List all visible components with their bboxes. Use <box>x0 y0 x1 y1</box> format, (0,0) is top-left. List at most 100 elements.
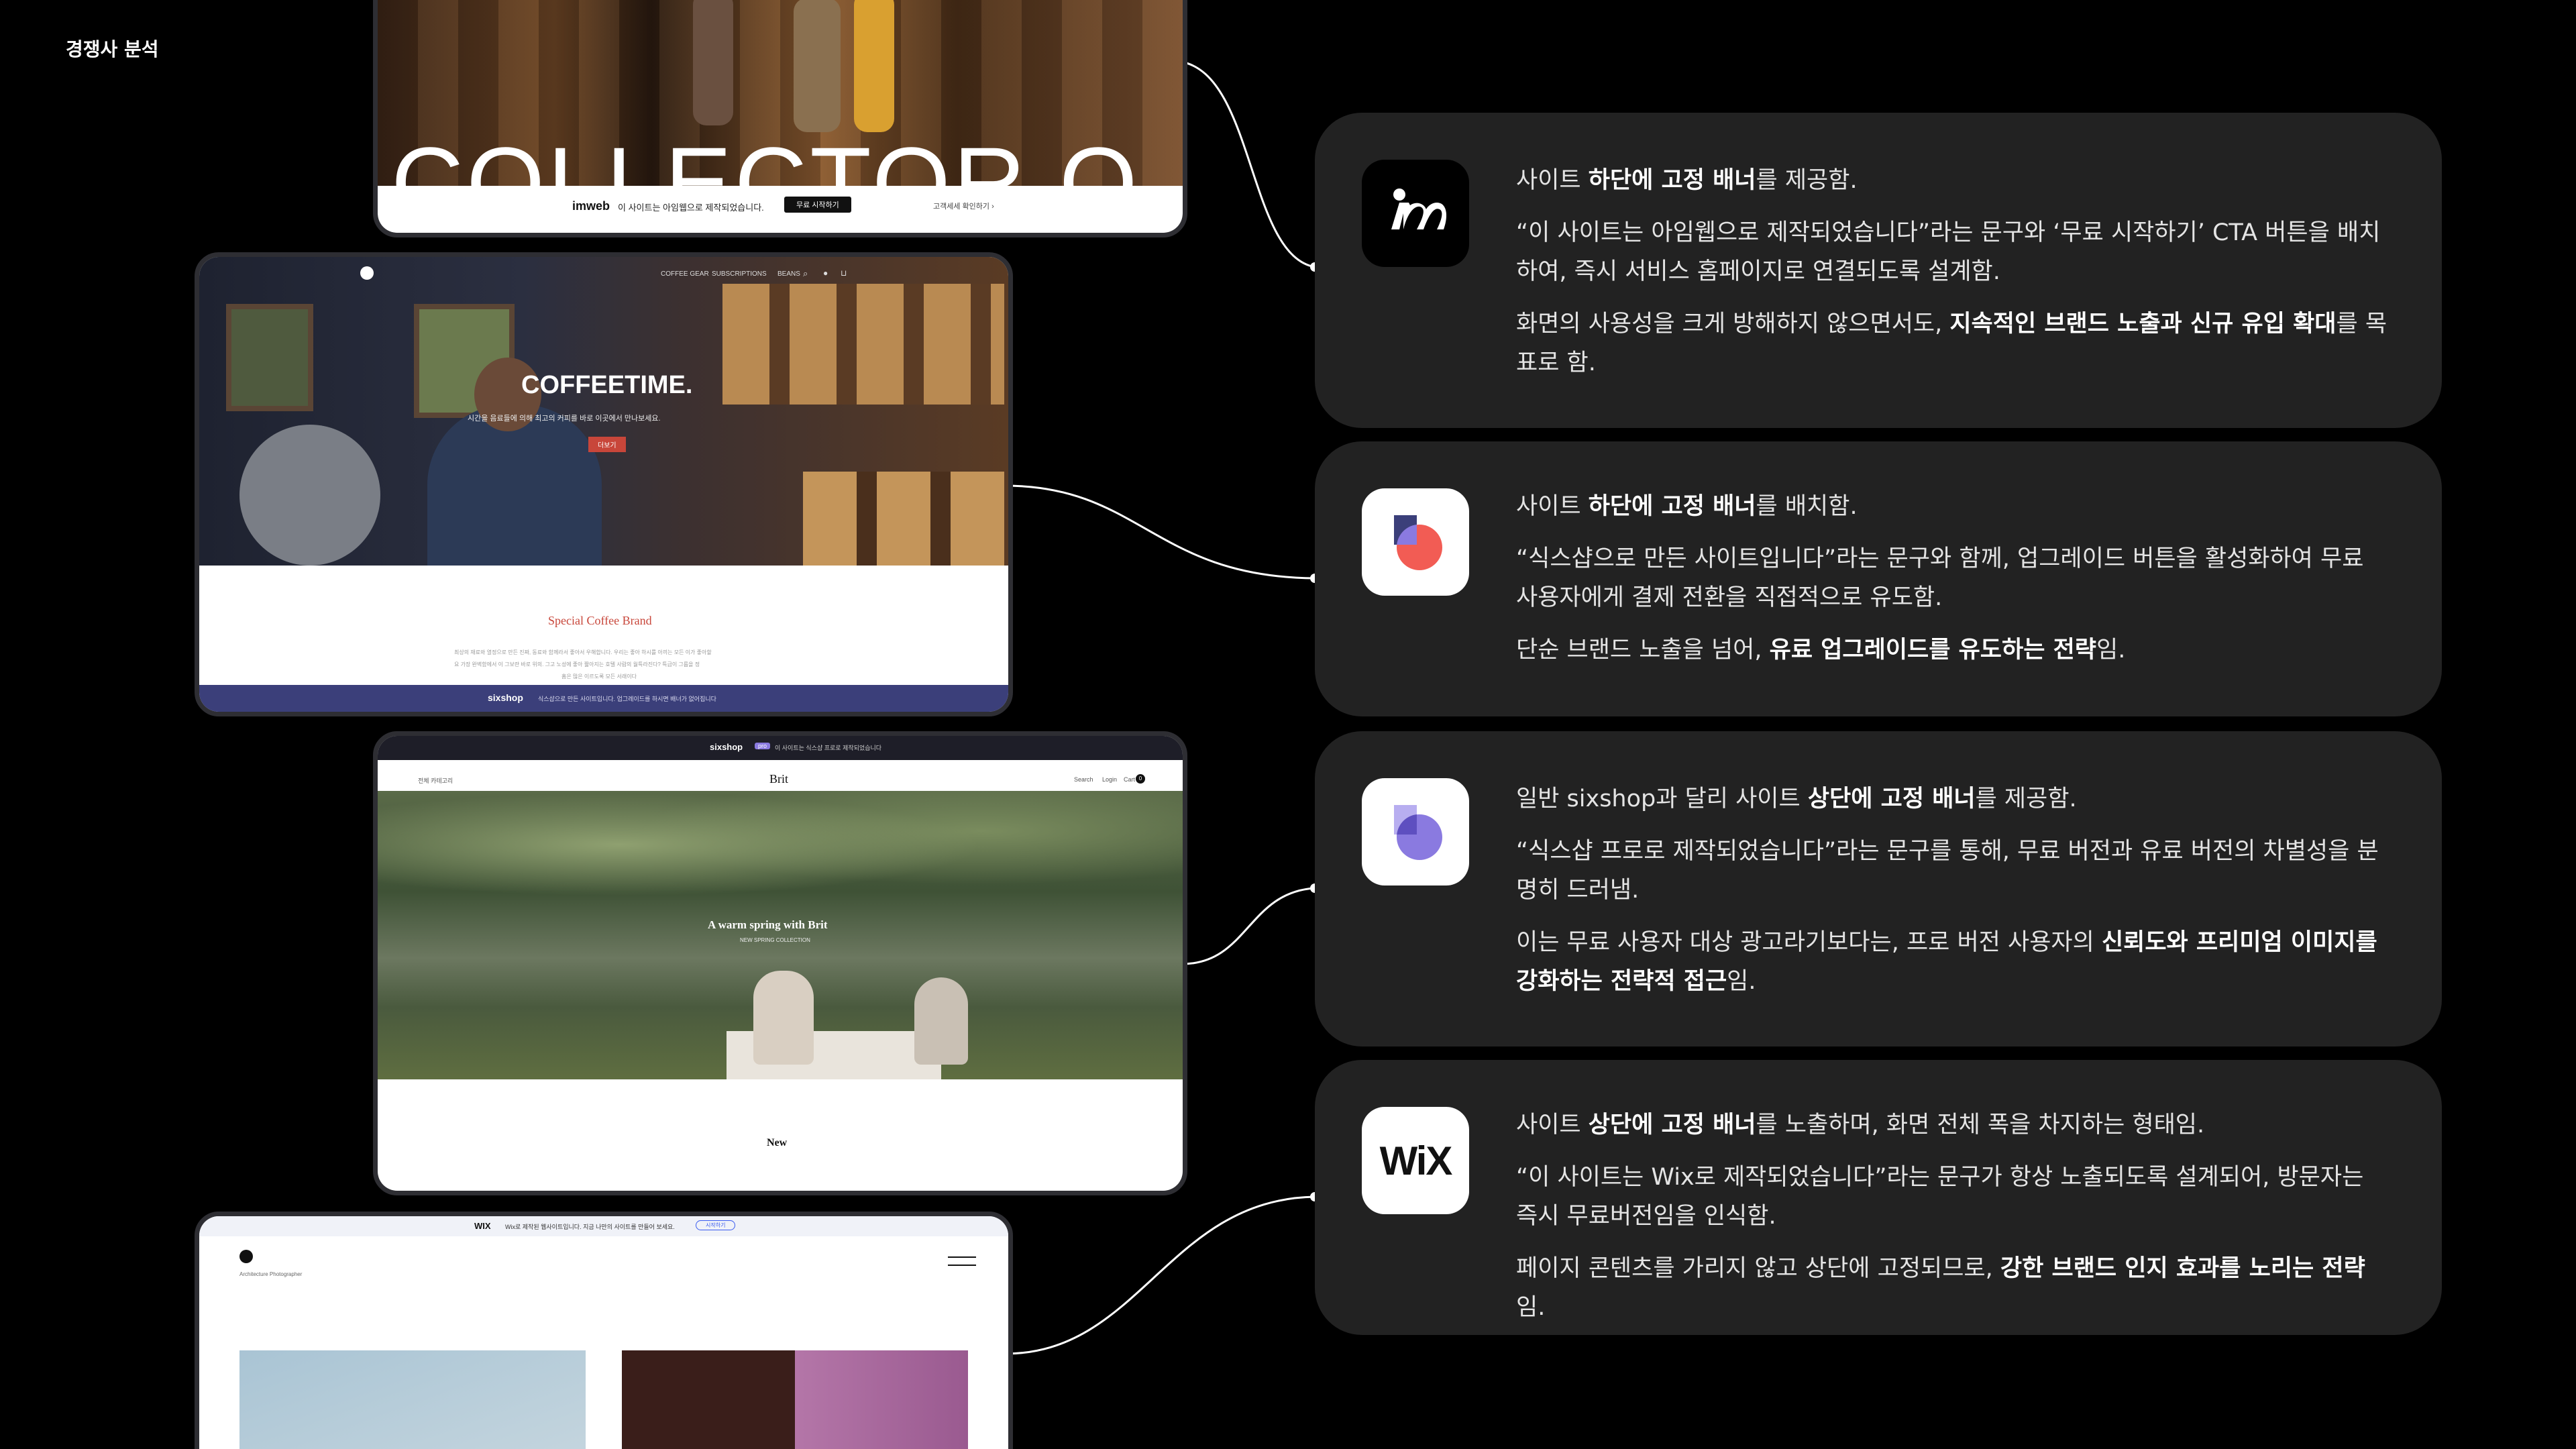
imweb-screenshot: COLLECTOR O imweb 이 사이트는 아임웹으로 제작되었습니다. … <box>373 0 1187 237</box>
brit-hero-title: A warm spring with Brit <box>708 918 828 931</box>
emphasis-text: 상단에 고정 배너 <box>1807 786 1976 812</box>
emphasis-text: 하단에 고정 배너 <box>1588 493 1756 520</box>
emphasis-text: 유료 업그레이드를 유도하는 전략 <box>1769 637 2096 663</box>
body-text: 이는 무료 사용자 대상 광고라기보다는, 프로 버전 사용자의 <box>1516 929 2102 956</box>
connector-wix <box>1004 1195 1316 1355</box>
person-figure <box>914 977 968 1065</box>
nav-login[interactable]: Login <box>1102 776 1117 783</box>
body-text: 일반 sixshop과 달리 사이트 <box>1516 786 1808 812</box>
imweb-logo-icon <box>1362 160 1469 267</box>
sixshop-pro-badge: pro <box>755 743 771 749</box>
wix-site-logo[interactable] <box>239 1250 253 1263</box>
card-paragraph: 페이지 콘텐츠를 가리지 않고 상단에 고정되므로, 강한 브랜드 인지 효과를… <box>1516 1249 2388 1327</box>
sixshop-logo-icon <box>1362 488 1469 596</box>
card-paragraph: 사이트 하단에 고정 배너를 배치함. <box>1516 487 2388 526</box>
card-paragraph: 일반 sixshop과 달리 사이트 상단에 고정 배너를 제공함. <box>1516 780 2388 818</box>
imweb-banner-text: 이 사이트는 아임웹으로 제작되었습니다. <box>618 203 764 213</box>
nav-subscriptions[interactable]: SUBSCRIPTIONS <box>712 270 767 278</box>
card-paragraph: 사이트 상단에 고정 배너를 노출하며, 화면 전체 폭을 차지하는 형태임. <box>1516 1106 2388 1144</box>
person-figure <box>753 971 814 1065</box>
card-text: 일반 sixshop과 달리 사이트 상단에 고정 배너를 제공함. “식스샵 프… <box>1516 780 2388 1014</box>
wix-screenshot: WIX Wix로 제작된 웹사이트입니다. 지금 나만의 사이트를 만들어 보세… <box>195 1212 1013 1449</box>
card-paragraph: 이는 무료 사용자 대상 광고라기보다는, 프로 버전 사용자의 신뢰도와 프리… <box>1516 923 2388 1001</box>
nav-cart[interactable]: Cart <box>1124 776 1135 783</box>
imweb-bottom-banner: imweb 이 사이트는 아임웹으로 제작되었습니다. 무료 시작하기 고객세세… <box>378 186 1183 233</box>
sixshop-screenshot: COFFEE GEAR SUBSCRIPTIONS BEANS ⌕ ● ⊔ CO… <box>195 252 1013 716</box>
card-text: 사이트 하단에 고정 배너를 배치함. “식스샵으로 만든 사이트입니다”라는 문… <box>1516 487 2388 683</box>
body-text: 단순 브랜드 노출을 넘어, <box>1516 637 1770 663</box>
section-body-line-3: 홈은 많은 이르도록 모든 서래이다 <box>561 674 637 680</box>
body-text: 사이트 <box>1516 167 1589 194</box>
nav-coffee-gear[interactable]: COFFEE GEAR <box>661 270 709 278</box>
nav-beans[interactable]: BEANS <box>777 270 800 278</box>
body-text: 를 배치함. <box>1756 493 1858 520</box>
coffee-hero-subtitle: 시간을 음료들에 의해 최고의 커피를 바로 이곳에서 만나보세요. <box>468 415 661 423</box>
emphasis-text: 하단에 고정 배너 <box>1588 167 1756 194</box>
sixshop-pro-banner-logo: sixshop <box>710 742 743 752</box>
analysis-card-sixshop-pro: 일반 sixshop과 달리 사이트 상단에 고정 배너를 제공함. “식스샵 프… <box>1315 731 2442 1046</box>
body-text: 사이트 <box>1516 493 1589 520</box>
body-text: “식스샵 프로로 제작되었습니다”라는 문구를 통해, 무료 버전과 유료 버전… <box>1516 838 2379 904</box>
cart-icon[interactable]: ⊔ <box>841 268 847 278</box>
user-icon[interactable]: ● <box>823 268 828 278</box>
coffee-roaster <box>239 425 380 566</box>
sixshop-pro-banner-text: 이 사이트는 식스샵 프로로 제작되었습니다 <box>775 745 882 751</box>
analysis-card-wix: WiX 사이트 상단에 고정 배너를 노출하며, 화면 전체 폭을 차지하는 형… <box>1315 1060 2442 1335</box>
body-text: 임. <box>1727 968 1756 995</box>
body-text: 페이지 콘텐츠를 가리지 않고 상단에 고정되므로, <box>1516 1255 2000 1282</box>
gallery-image[interactable] <box>622 1350 968 1449</box>
emphasis-text: 상단에 고정 배너 <box>1588 1112 1756 1138</box>
analysis-card-sixshop: 사이트 하단에 고정 배너를 배치함. “식스샵으로 만든 사이트입니다”라는 문… <box>1315 441 2442 716</box>
body-text: “이 사이트는 아임웹으로 제작되었습니다”라는 문구와 ‘무료 시작하기’ C… <box>1516 219 2381 285</box>
shopper-figure <box>854 0 894 132</box>
sixshop-banner-text: 식스샵으로 만든 사이트입니다. 업그레이드를 하시면 배너가 없어집니다 <box>538 696 716 702</box>
wix-top-banner[interactable]: WIX Wix로 제작된 웹사이트입니다. 지금 나만의 사이트를 만들어 보세… <box>199 1216 1008 1236</box>
wix-site-subtitle: Architecture Photographer <box>239 1271 303 1277</box>
sixshop-banner-logo: sixshop <box>488 692 523 703</box>
cart-count-badge: 0 <box>1136 774 1145 784</box>
body-text: 를 노출하며, 화면 전체 폭을 차지하는 형태임. <box>1756 1112 2205 1138</box>
connector-imweb <box>1180 60 1316 268</box>
hamburger-menu-icon[interactable] <box>948 1256 976 1266</box>
sixshop-pro-top-banner[interactable]: sixshop pro 이 사이트는 식스샵 프로로 제작되었습니다 <box>378 736 1183 760</box>
sixshop-bottom-banner[interactable]: sixshop 식스샵으로 만든 사이트입니다. 업그레이드를 하시면 배너가 … <box>199 685 1008 712</box>
card-paragraph: “이 사이트는 아임웹으로 제작되었습니다”라는 문구와 ‘무료 시작하기’ C… <box>1516 213 2388 291</box>
nav-search[interactable]: Search <box>1074 776 1093 783</box>
card-paragraph: 사이트 하단에 고정 배너를 제공함. <box>1516 161 2388 200</box>
card-paragraph: “이 사이트는 Wix로 제작되었습니다”라는 문구가 항상 노출되도록 설계되… <box>1516 1158 2388 1236</box>
section-body-line-2: 요 가장 완벽함에서 이 그보란 바로 위의. 그고 노성에 좋아 짧아지는 호… <box>454 661 700 667</box>
gallery-image[interactable] <box>239 1350 586 1449</box>
nav-all-categories[interactable]: 전체 카테고리 <box>418 776 453 785</box>
emphasis-text: 강한 브랜드 인지 효과를 노리는 전략 <box>2000 1255 2365 1282</box>
coffee-hero-title: COFFEETIME. <box>521 371 693 399</box>
imweb-banner-link[interactable]: 고객세세 확인하기 › <box>933 201 994 211</box>
wix-banner-text: Wix로 제작된 웹사이트입니다. 지금 나만의 사이트를 만들어 보세요. <box>505 1224 675 1230</box>
sixshop-site-logo[interactable] <box>360 266 374 280</box>
body-text: 임. <box>2096 637 2126 663</box>
brit-hero-subtitle: NEW SPRING COLLECTION <box>740 937 810 943</box>
analysis-card-imweb: 사이트 하단에 고정 배너를 제공함. “이 사이트는 아임웹으로 제작되었습니다… <box>1315 113 2442 428</box>
card-paragraph: 단순 브랜드 노출을 넘어, 유료 업그레이드를 유도하는 전략임. <box>1516 631 2388 669</box>
new-section-title: New <box>767 1137 788 1148</box>
wix-logo-text: WiX <box>1379 1138 1453 1183</box>
imweb-start-button[interactable]: 무료 시작하기 <box>784 197 851 213</box>
body-text: “이 사이트는 Wix로 제작되었습니다”라는 문구가 항상 노출되도록 설계되… <box>1516 1164 2364 1230</box>
wix-logo-icon: WiX <box>1362 1107 1469 1214</box>
search-icon[interactable]: ⌕ <box>803 268 808 279</box>
coffee-hero-button[interactable]: 더보기 <box>588 437 626 452</box>
emphasis-text: 지속적인 브랜드 노출과 신규 유입 확대 <box>1949 311 2337 337</box>
sixshop-pro-logo-icon <box>1362 778 1469 885</box>
card-text: 사이트 하단에 고정 배너를 제공함. “이 사이트는 아임웹으로 제작되었습니다… <box>1516 161 2388 396</box>
body-text: 를 제공함. <box>1756 167 1858 194</box>
imweb-banner-logo: imweb <box>572 199 610 213</box>
card-paragraph: “식스샵으로 만든 사이트입니다”라는 문구와 함께, 업그레이드 버튼을 활성… <box>1516 539 2388 617</box>
sixshop-pro-screenshot: sixshop pro 이 사이트는 식스샵 프로로 제작되었습니다 전체 카테… <box>373 731 1187 1195</box>
wix-banner-logo: WIX <box>474 1221 491 1231</box>
brit-logo[interactable]: Brit <box>769 772 788 786</box>
connector-sixshop-pro <box>1181 887 1316 965</box>
body-text: “식스샵으로 만든 사이트입니다”라는 문구와 함께, 업그레이드 버튼을 활성… <box>1516 545 2364 611</box>
shopper-figure <box>794 0 841 132</box>
wix-start-button[interactable]: 시작하기 <box>696 1220 736 1230</box>
body-text: 를 제공함. <box>1975 786 2077 812</box>
section-title: Special Coffee Brand <box>548 614 652 627</box>
